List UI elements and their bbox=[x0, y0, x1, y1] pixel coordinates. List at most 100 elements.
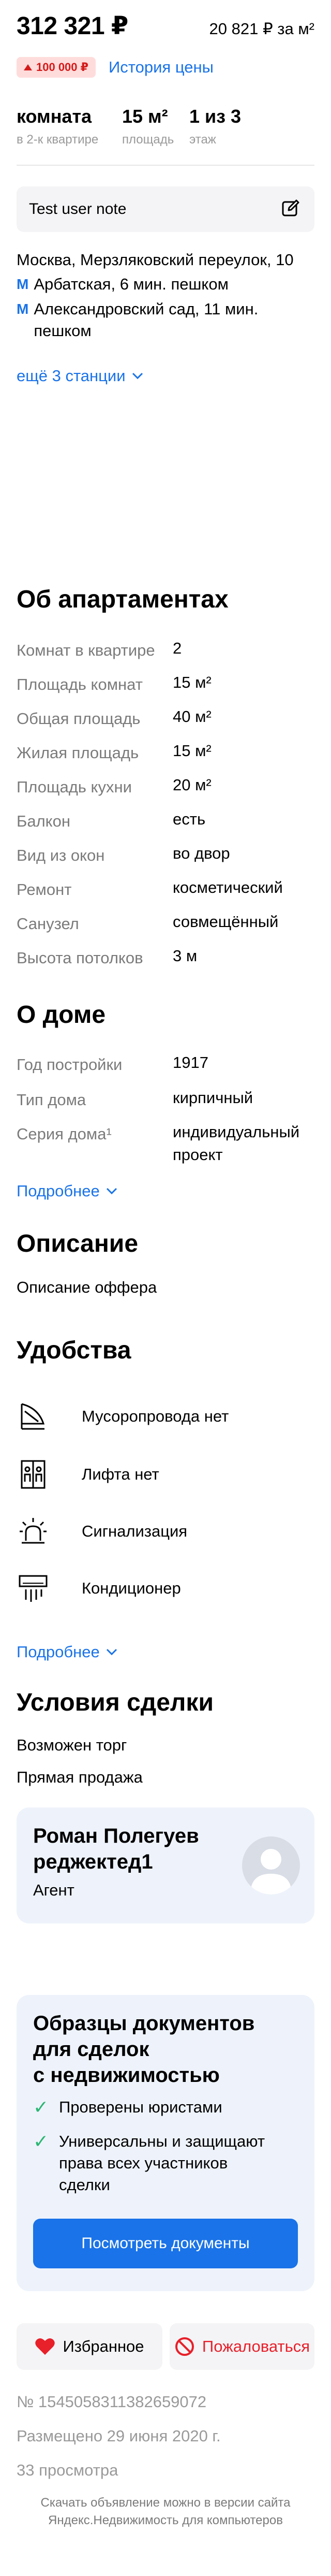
documents-promo-card: Образцы документов для сделок с недвижим… bbox=[17, 1995, 314, 2291]
spec-label: Вид из окон bbox=[17, 846, 105, 864]
favorite-label: Избранное bbox=[63, 2337, 144, 2355]
deal-condition: Прямая продажа bbox=[17, 1768, 143, 1786]
amenity-elevator: Лифта нет bbox=[17, 1451, 306, 1498]
param-area: 15 м² площадь bbox=[122, 106, 174, 147]
address: Москва, Мерзляковский переулок, 10 bbox=[17, 251, 294, 269]
promo-check-text: Проверены юристами bbox=[59, 2098, 222, 2116]
spec-label: Высота потолков bbox=[17, 949, 143, 967]
spec-value-line: индивидуальный bbox=[173, 1123, 300, 1141]
param-label: площадь bbox=[122, 133, 174, 147]
price-history-link[interactable]: История цены bbox=[109, 57, 214, 78]
agent-role: Агент bbox=[33, 1881, 74, 1899]
amenity-alarm: Сигнализация bbox=[17, 1508, 306, 1555]
param-value: комната bbox=[17, 106, 92, 127]
edit-icon[interactable] bbox=[280, 198, 301, 221]
param-value: 15 м² bbox=[122, 106, 168, 127]
param-label: в 2-к квартире bbox=[17, 133, 99, 147]
spec-label: Тип дома bbox=[17, 1091, 86, 1109]
block-icon bbox=[175, 2337, 194, 2356]
complain-label: Пожаловаться bbox=[202, 2337, 310, 2355]
amenity-label: Лифта нет bbox=[82, 1465, 159, 1483]
spec-label: Серия дома¹ bbox=[17, 1125, 112, 1143]
chevron-down-icon bbox=[132, 372, 143, 380]
spec-value: 15 м² bbox=[173, 742, 212, 760]
spec-value: 2 bbox=[173, 639, 182, 657]
air-conditioner-icon bbox=[17, 1572, 50, 1605]
spec-value: косметический bbox=[173, 878, 283, 896]
arrow-up-icon bbox=[24, 64, 32, 70]
user-note-text: Test user note bbox=[29, 200, 127, 218]
divider bbox=[17, 165, 314, 166]
metro-station-text: Александровский сад, 11 мин. bbox=[34, 300, 259, 318]
promo-title-line: с недвижимостью bbox=[33, 2064, 220, 2087]
agent-name-line: реджектед1 bbox=[33, 1850, 153, 1873]
spec-label: Санузел bbox=[17, 915, 79, 933]
agent-name-line: Роман Полегуев bbox=[33, 1825, 199, 1847]
footer-line: Яндекс.Недвижимость для компьютеров bbox=[48, 2513, 283, 2527]
price-change-badge: 100 000 ₽ bbox=[17, 57, 96, 78]
footer-line: Скачать объявление можно в версии сайта bbox=[40, 2496, 291, 2510]
agent-name: Роман Полегуев реджектед1 bbox=[33, 1823, 199, 1875]
param-floor: 1 из 3 этаж bbox=[189, 106, 241, 147]
house-section-title: О доме bbox=[17, 1001, 106, 1029]
house-more-label: Подробнее bbox=[17, 1182, 100, 1200]
favorite-button[interactable]: Избранное bbox=[17, 2323, 162, 2370]
more-stations-link[interactable]: ещё 3 станции bbox=[17, 367, 143, 385]
price-per-m2: 20 821 ₽ за м² bbox=[209, 20, 314, 38]
spec-value: во двор bbox=[173, 844, 230, 862]
spec-value: 15 м² bbox=[173, 673, 212, 691]
published-date: Размещено 29 июня 2020 г. bbox=[17, 2427, 221, 2445]
alarm-icon bbox=[17, 1515, 50, 1548]
checkmark-icon: ✓ bbox=[33, 2096, 49, 2118]
amenities-more-label: Подробнее bbox=[17, 1643, 100, 1661]
spec-value: индивидуальный проект bbox=[173, 1121, 299, 1166]
amenities-section-title: Удобства bbox=[17, 1337, 131, 1364]
metro-icon: М bbox=[17, 301, 29, 317]
spec-label: Жилая площадь bbox=[17, 744, 139, 762]
chevron-down-icon bbox=[106, 1188, 117, 1195]
more-stations-label: ещё 3 станции bbox=[17, 367, 126, 385]
chevron-down-icon bbox=[106, 1648, 117, 1656]
description-section-title: Описание bbox=[17, 1230, 139, 1257]
amenity-label: Кондиционер bbox=[82, 1579, 181, 1597]
amenity-garbage-chute: Мусоропровода нет bbox=[17, 1393, 306, 1440]
amenity-air-conditioner: Кондиционер bbox=[17, 1565, 306, 1612]
spec-value: есть bbox=[173, 810, 206, 828]
promo-check-text: права всех участников bbox=[59, 2154, 228, 2172]
spec-label: Площадь комнат bbox=[17, 675, 143, 693]
price-change-value: 100 000 ₽ bbox=[36, 61, 88, 74]
complain-button[interactable]: Пожаловаться bbox=[170, 2323, 314, 2370]
metro-station-text-cont: пешком bbox=[34, 322, 92, 340]
spec-label: Год постройки bbox=[17, 1055, 123, 1074]
spec-value: 20 м² bbox=[173, 776, 212, 794]
spec-value: 3 м bbox=[173, 947, 198, 965]
view-documents-button[interactable]: Посмотреть документы bbox=[33, 2219, 298, 2268]
metro-station: М Александровский сад, 11 мин. пешком bbox=[17, 298, 258, 342]
spec-value: кирпичный bbox=[173, 1089, 253, 1107]
spec-label: Балкон bbox=[17, 812, 70, 830]
user-note[interactable]: Test user note bbox=[17, 186, 314, 232]
promo-check-item: ✓ Проверены юристами bbox=[33, 2096, 222, 2118]
spec-label: Площадь кухни bbox=[17, 778, 132, 796]
views-count: 33 просмотра bbox=[17, 2461, 118, 2479]
spec-label: Ремонт bbox=[17, 880, 72, 899]
apartment-section-title: Об апартаментах bbox=[17, 586, 229, 613]
deal-condition: Возможен торг bbox=[17, 1736, 127, 1754]
metro-station: М Арбатская, 6 мин. пешком bbox=[17, 273, 229, 295]
promo-check-text: Универсальны и защищают bbox=[59, 2132, 265, 2150]
amenities-more-link[interactable]: Подробнее bbox=[17, 1643, 117, 1661]
param-value: 1 из 3 bbox=[189, 106, 242, 127]
spec-label: Комнат в квартире bbox=[17, 641, 155, 659]
house-more-link[interactable]: Подробнее bbox=[17, 1182, 117, 1200]
param-label: этаж bbox=[189, 133, 216, 147]
elevator-icon bbox=[17, 1458, 50, 1491]
agent-card[interactable]: Роман Полегуев реджектед1 Агент bbox=[17, 1807, 314, 1923]
metro-icon: М bbox=[17, 276, 29, 292]
spec-value: 40 м² bbox=[173, 707, 212, 726]
amenity-label: Мусоропровода нет bbox=[82, 1407, 229, 1425]
spec-value: совмещённый bbox=[173, 913, 279, 931]
description-text: Описание оффера bbox=[17, 1278, 157, 1296]
amenity-label: Сигнализация bbox=[82, 1522, 188, 1540]
spec-label: Общая площадь bbox=[17, 710, 141, 728]
spec-value-line: проект bbox=[173, 1146, 223, 1164]
